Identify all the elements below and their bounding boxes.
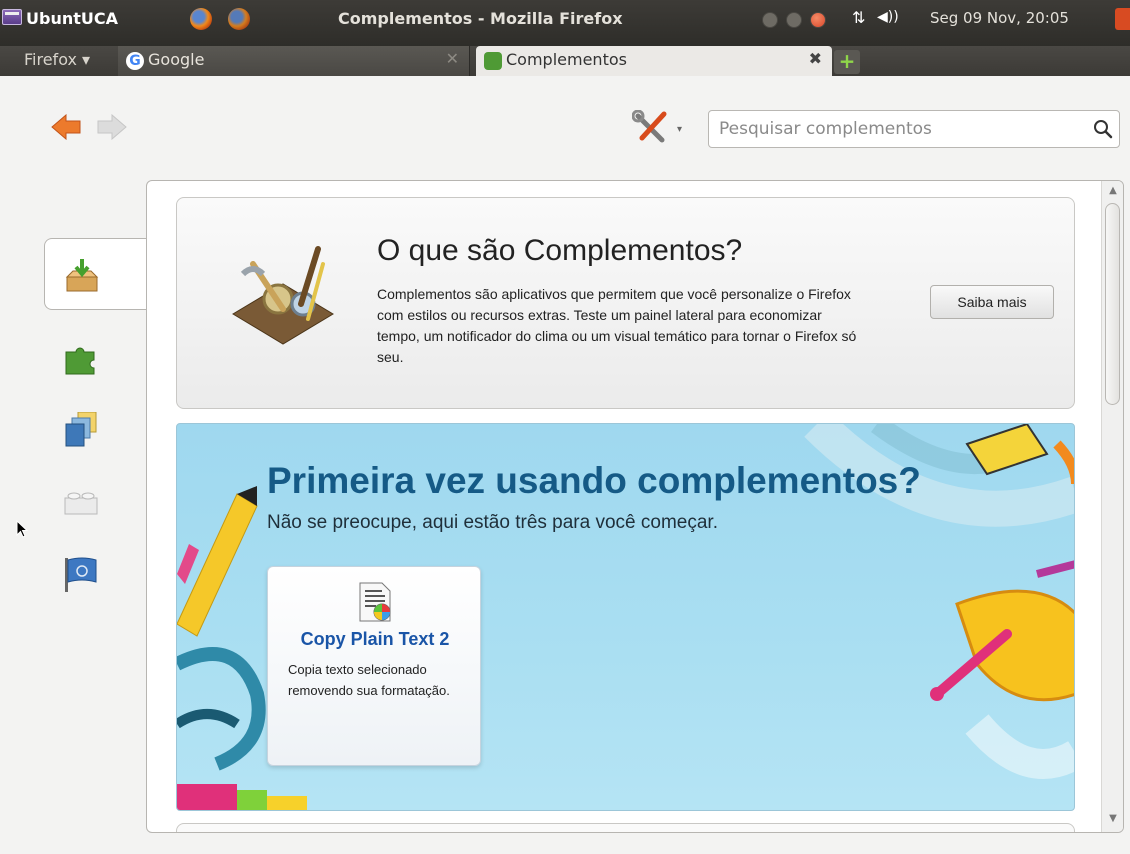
addon-description: Copia texto selecionado removendo sua fo…: [288, 662, 450, 698]
maximize-button[interactable]: [786, 12, 802, 28]
learn-more-button[interactable]: Saiba mais: [930, 285, 1054, 319]
mouse-cursor-icon: [16, 520, 28, 538]
back-arrow-icon[interactable]: [50, 114, 82, 140]
lego-brick-icon: [64, 492, 98, 515]
search-box: [708, 110, 1120, 148]
category-languages[interactable]: [44, 536, 148, 608]
next-section-card: [176, 823, 1075, 832]
addon-name[interactable]: Copy Plain Text 2: [268, 629, 482, 650]
close-tab-icon[interactable]: ✕: [446, 49, 459, 68]
firefox-menu-button[interactable]: Firefox ▾: [0, 46, 118, 76]
intro-description: Complementos são aplicativos que permite…: [377, 286, 857, 365]
close-tab-icon[interactable]: ✖: [809, 49, 822, 68]
download-box-icon: [65, 259, 99, 292]
flag-icon: [65, 557, 97, 592]
clock[interactable]: Seg 09 Nov, 20:05: [930, 9, 1069, 27]
minimize-button[interactable]: [762, 12, 778, 28]
firefox-window-icon[interactable]: [228, 8, 250, 30]
tools-icon[interactable]: [632, 110, 672, 146]
vertical-scrollbar[interactable]: ▲ ▼: [1101, 181, 1123, 832]
first-time-title: Primeira vez usando complementos?: [267, 460, 921, 501]
category-list: [44, 238, 148, 738]
tab-bar: Firefox ▾ G Google ✕ Complementos ✖ +: [0, 46, 1130, 76]
scroll-up-icon[interactable]: ▲: [1106, 185, 1120, 199]
new-tab-button[interactable]: +: [834, 50, 860, 74]
tools-illustration-icon: [232, 246, 334, 345]
discover-pane: O que são Complementos? Complementos são…: [146, 180, 1124, 833]
power-icon[interactable]: [1115, 8, 1130, 30]
category-extensions[interactable]: [44, 320, 148, 392]
intro-card: O que são Complementos? Complementos são…: [176, 197, 1075, 409]
scroll-down-icon[interactable]: ▼: [1106, 813, 1120, 827]
tab-google[interactable]: G Google ✕: [118, 46, 470, 76]
top-panel: UbuntUCA Complementos - Mozilla Firefox …: [0, 0, 1130, 46]
forward-arrow-icon[interactable]: [96, 114, 128, 140]
document-palette-icon: [359, 582, 391, 622]
panel-row: UbuntUCA Complementos - Mozilla Firefox …: [0, 0, 1130, 46]
category-get-addons[interactable]: [44, 238, 148, 310]
close-window-button[interactable]: [810, 12, 826, 28]
tools-dropdown-icon[interactable]: ▾: [677, 124, 682, 135]
appearance-icon: [65, 412, 97, 447]
tab-label: Google: [148, 50, 205, 69]
app-name[interactable]: UbuntUCA: [26, 9, 118, 28]
app-menu-icon[interactable]: [2, 9, 22, 25]
tab-label: Complementos: [506, 50, 627, 69]
recommended-addon-card[interactable]: Copy Plain Text 2 Copia texto selecionad…: [267, 566, 481, 766]
window-title: Complementos - Mozilla Firefox: [338, 9, 623, 28]
addons-manager: ▾ Pesquisar complementos O que são Compl…: [0, 76, 1130, 854]
tab-complementos[interactable]: Complementos ✖: [476, 46, 832, 76]
google-favicon-icon: G: [126, 52, 144, 70]
search-icon[interactable]: [1093, 119, 1113, 139]
network-icon[interactable]: ⇅: [852, 8, 865, 27]
intro-title: O que são Complementos?: [377, 234, 743, 267]
scrollbar-thumb[interactable]: [1105, 203, 1120, 405]
volume-icon[interactable]: ◀)): [877, 9, 899, 25]
firefox-launcher-icon[interactable]: [190, 8, 212, 30]
search-input[interactable]: [709, 111, 1089, 147]
first-time-banner: Primeira vez usando complementos? Não se…: [176, 423, 1075, 811]
category-plugins[interactable]: [44, 464, 148, 536]
first-time-subtitle: Não se preocupe, aqui estão três para vo…: [267, 512, 718, 533]
category-appearance[interactable]: [44, 392, 148, 464]
puzzle-piece-icon: [65, 347, 95, 375]
puzzle-favicon-icon: [484, 52, 502, 70]
